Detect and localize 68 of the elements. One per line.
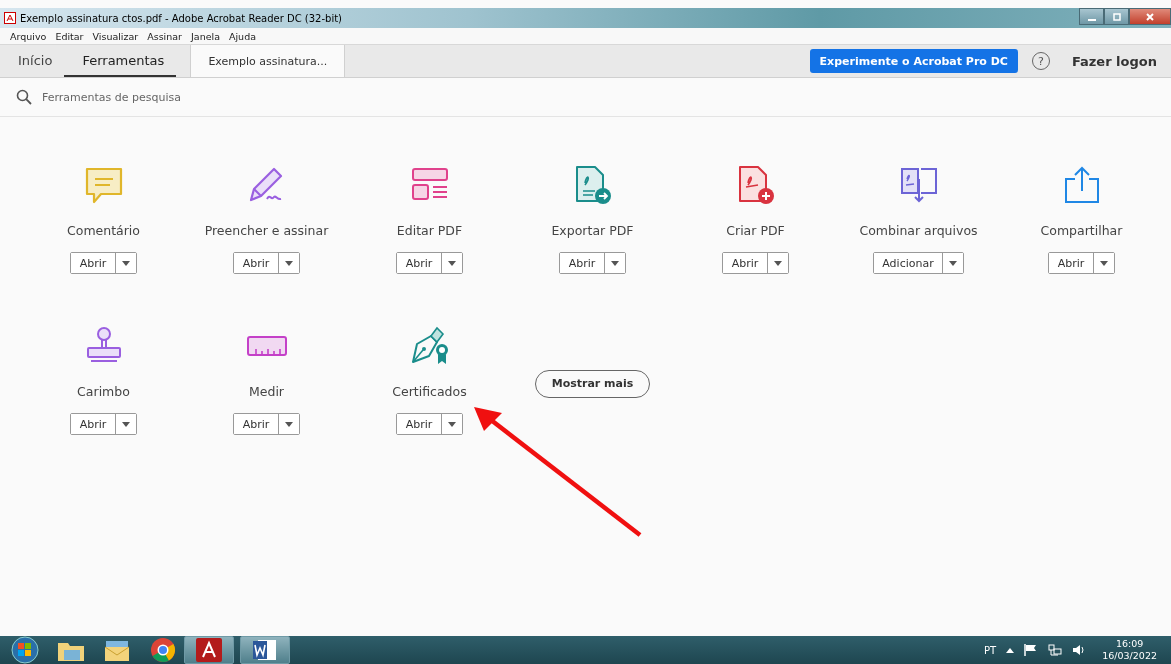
restore-button[interactable] <box>1104 8 1129 25</box>
open-button[interactable]: Abrir <box>1049 253 1094 273</box>
tab[interactable]: Ferramentas <box>64 45 177 77</box>
flag-icon[interactable] <box>1024 644 1039 656</box>
clock-time[interactable]: 16:09 <box>1115 638 1144 650</box>
caret-icon <box>448 260 456 266</box>
speaker-icon[interactable] <box>1072 644 1087 656</box>
document-tab[interactable]: Exemplo assinatura... <box>190 45 346 77</box>
search-field[interactable]: Ferramentas de pesquisa <box>40 89 304 105</box>
start-button[interactable] <box>10 636 40 664</box>
tool-label: Preencher e assinar <box>204 223 329 238</box>
close-icon <box>1145 11 1155 22</box>
word-taskbar-button[interactable] <box>240 636 290 664</box>
minimize-icon <box>1087 18 1096 21</box>
window-title: Exemplo assinatura ctos.pdf - Adobe Acrobat Reader DC (32-bit) <box>20 12 342 24</box>
caret-icon <box>611 260 619 266</box>
pdf-app-icon <box>4 12 16 24</box>
open-button[interactable]: Abrir <box>397 414 442 434</box>
pdf-reader-taskbar-button[interactable] <box>184 636 234 664</box>
open-button[interactable]: Abrir <box>560 253 605 273</box>
open-button[interactable]: Adicionar <box>874 253 943 273</box>
tab[interactable]: Início <box>0 45 65 77</box>
caret-icon <box>774 260 782 266</box>
caret-icon <box>448 421 456 427</box>
word-app-icon <box>252 638 278 662</box>
minimize-button[interactable] <box>1079 8 1104 25</box>
trial-button[interactable]: Experimente o Acrobat Pro DC <box>809 49 1018 73</box>
caret-icon <box>122 421 130 427</box>
tool-label: Medir <box>249 384 284 399</box>
menu-item[interactable]: Visualizar <box>92 30 139 42</box>
open-button[interactable]: Abrir <box>234 253 279 273</box>
restore-icon <box>1111 11 1122 22</box>
menu-item[interactable]: Arquivo <box>10 30 47 42</box>
pdf-app-icon <box>196 638 222 662</box>
tool-label: Editar PDF <box>396 223 463 238</box>
menu-item[interactable]: Assinar <box>147 30 182 42</box>
open-button[interactable]: Abrir <box>234 414 279 434</box>
tool-label: Combinar arquivos <box>859 223 978 238</box>
show-more-button[interactable]: Mostrar mais <box>534 369 651 398</box>
open-button[interactable]: Abrir <box>723 253 768 273</box>
documents-combine-icon <box>898 165 939 205</box>
network-icon[interactable] <box>1048 644 1063 656</box>
login-button[interactable]: Fazer logon <box>1071 45 1171 77</box>
chevron-up-icon[interactable] <box>1006 647 1015 653</box>
caret-icon <box>948 260 957 266</box>
search-icon <box>16 89 32 105</box>
caret-icon <box>285 260 293 266</box>
speech-bubble-icon <box>83 165 124 205</box>
close-button[interactable] <box>1129 8 1171 25</box>
language-indicator[interactable]: PT <box>984 644 997 656</box>
caret-icon <box>122 260 130 266</box>
tool-label: Criar PDF <box>726 223 785 238</box>
menu-item[interactable]: Janela <box>191 30 220 42</box>
caret-icon <box>1100 260 1108 266</box>
open-button[interactable]: Abrir <box>71 253 116 273</box>
tool-label: Carimbo <box>77 384 130 399</box>
menu-item[interactable]: Ajuda <box>228 30 256 42</box>
clock-date[interactable]: 16/03/2022 <box>1102 650 1157 662</box>
browser-icon[interactable] <box>148 637 178 663</box>
tool-label: Certificados <box>392 384 467 399</box>
menu-item[interactable]: Editar <box>55 30 84 42</box>
tool-label: Comentário <box>67 223 140 238</box>
open-button[interactable]: Abrir <box>71 414 116 434</box>
ruler-icon <box>245 334 288 358</box>
open-button[interactable]: Abrir <box>397 253 442 273</box>
tool-label: Compartilhar <box>1040 223 1123 238</box>
tool-label: Exportar PDF <box>551 223 634 238</box>
caret-icon <box>285 421 293 427</box>
